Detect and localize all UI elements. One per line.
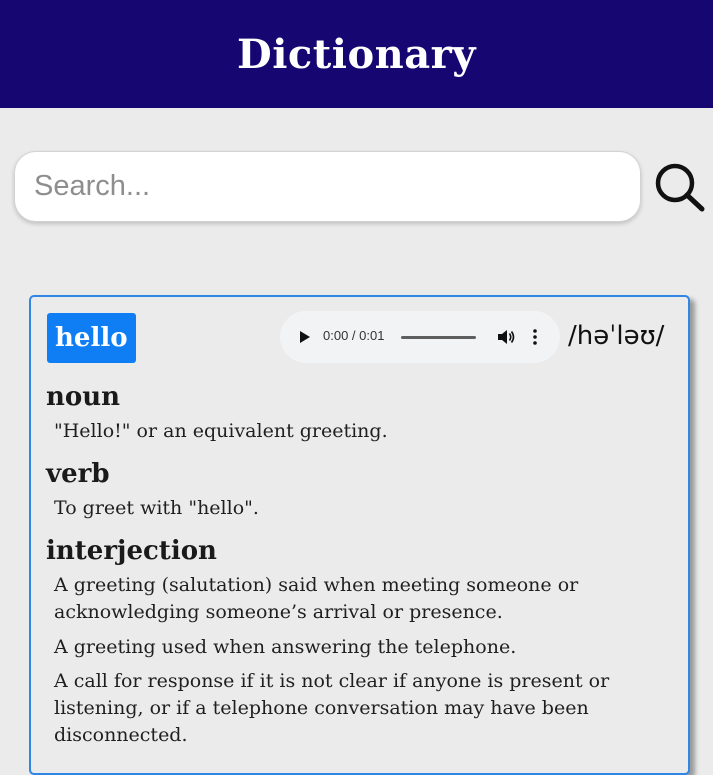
search-icon [655, 163, 705, 212]
meaning-interjection: interjection A greeting (salutation) sai… [46, 536, 646, 749]
part-of-speech: interjection [46, 536, 217, 566]
search-button[interactable] [653, 160, 707, 214]
audio-player[interactable]: 0:00 / 0:01 [280, 311, 560, 363]
part-of-speech: noun [46, 382, 121, 412]
word-title: hello [47, 313, 136, 363]
audio-time: 0:00 / 0:01 [323, 328, 385, 343]
more-options-icon[interactable] [529, 328, 541, 346]
definition: To greet with "hello". [54, 497, 259, 519]
definition: A greeting used when answering the telep… [54, 636, 517, 658]
volume-icon[interactable] [498, 329, 516, 345]
audio-progress-slider[interactable] [401, 336, 476, 339]
definition: A call for response if it is not clear i… [54, 670, 610, 746]
app-header: Dictionary [0, 0, 713, 108]
app-title: Dictionary [237, 30, 476, 78]
definition: "Hello!" or an equivalent greeting. [54, 420, 388, 442]
play-icon[interactable] [300, 331, 310, 343]
search-box[interactable] [14, 151, 641, 222]
meaning-noun: noun "Hello!" or an equivalent greeting. [46, 382, 646, 445]
meaning-verb: verb To greet with "hello". [46, 459, 646, 522]
part-of-speech: verb [46, 459, 110, 489]
search-input[interactable] [15, 152, 640, 221]
definition: A greeting (salutation) said when meetin… [54, 574, 579, 623]
phonetic: /həˈləʊ/ [568, 321, 665, 351]
definition-card: hello 0:00 / 0:01 /həˈləʊ/ noun "Hello!"… [29, 295, 690, 775]
